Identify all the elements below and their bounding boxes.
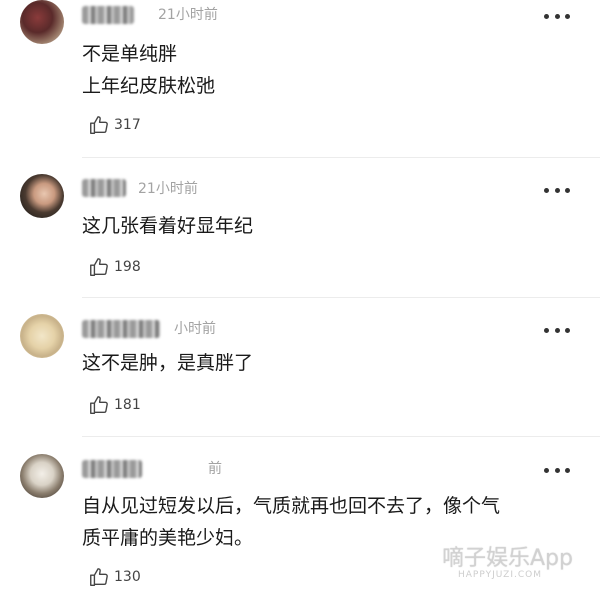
avatar[interactable]: [20, 0, 64, 44]
username-blurred[interactable]: [82, 320, 160, 338]
comment-time: 21小时前: [138, 181, 198, 197]
comment-line: 上年纪皮肤松弛: [82, 75, 216, 97]
comment-line: 不是单纯胖: [82, 43, 178, 65]
avatar[interactable]: [20, 454, 64, 498]
like-button[interactable]: 130: [88, 565, 141, 589]
avatar[interactable]: [20, 174, 64, 218]
username-blurred[interactable]: [82, 179, 126, 197]
like-button[interactable]: 181: [88, 393, 141, 417]
more-dots-icon: [544, 187, 549, 193]
more-dots-icon: [544, 13, 549, 19]
like-button[interactable]: 198: [88, 255, 141, 279]
more-dots-icon: [544, 467, 549, 473]
comment-time: 前: [208, 461, 222, 477]
comment-time: 21小时前: [158, 7, 218, 23]
comment-time: 小时前: [174, 321, 216, 337]
comment-text: 这不是肿，是真胖了: [82, 347, 582, 379]
thumbs-up-icon: [90, 568, 108, 586]
thumbs-up-icon: [90, 258, 108, 276]
divider: [82, 157, 600, 158]
thumbs-up-icon: [90, 116, 108, 134]
like-count: 317: [114, 117, 141, 133]
divider: [82, 436, 600, 437]
username-blurred[interactable]: [82, 6, 134, 24]
like-count: 181: [114, 397, 141, 413]
more-dots-icon: [544, 327, 549, 333]
avatar[interactable]: [20, 314, 64, 358]
like-count: 198: [114, 259, 141, 275]
comment-line: 这几张看着好显年纪: [82, 215, 254, 237]
more-options-button[interactable]: [544, 326, 570, 334]
thumbs-up-icon: [90, 396, 108, 414]
username-blurred[interactable]: [82, 460, 142, 478]
like-button[interactable]: 317: [88, 113, 141, 137]
watermark-text: 嘀子娱乐App: [442, 546, 573, 571]
more-options-button[interactable]: [544, 12, 570, 20]
more-options-button[interactable]: [544, 186, 570, 194]
watermark-subtext: HAPPYJUZI.COM: [458, 570, 542, 580]
divider: [82, 297, 600, 298]
comment-text: 不是单纯胖 上年纪皮肤松弛: [82, 38, 582, 102]
comment-line: 自从见过短发以后，气质就再也回不去了，像个气: [82, 495, 501, 517]
more-options-button[interactable]: [544, 466, 570, 474]
comment-text: 这几张看着好显年纪: [82, 210, 582, 242]
watermark: 嘀子娱乐App HAPPYJUZI.COM: [440, 540, 596, 590]
like-count: 130: [114, 569, 141, 585]
comment-line: 这不是肿，是真胖了: [82, 352, 254, 374]
